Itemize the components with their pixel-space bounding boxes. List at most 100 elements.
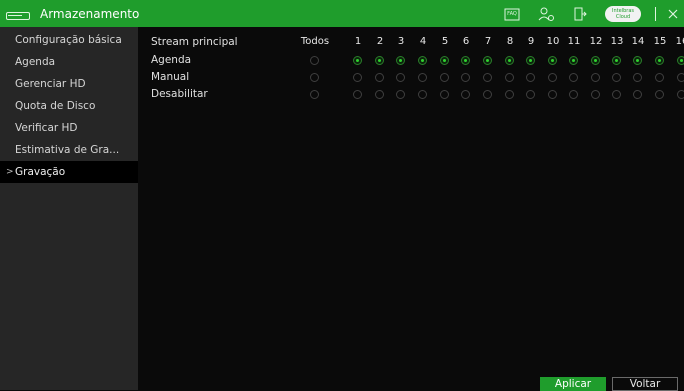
column-header-channel: 13 [610, 36, 624, 47]
row-label-agenda: Agenda [151, 54, 192, 66]
radio-channel[interactable] [655, 73, 664, 82]
sidebar-item-label: Verificar HD [15, 122, 78, 134]
radio-channel[interactable] [569, 90, 578, 99]
radio-channel[interactable] [633, 73, 642, 82]
radio-channel[interactable] [655, 90, 664, 99]
title-wrap: Armazenamento [6, 2, 139, 25]
radio-channel[interactable] [505, 56, 514, 65]
radio-channel[interactable] [505, 90, 514, 99]
radio-channel[interactable] [483, 90, 492, 99]
column-header-channel: 16 [675, 36, 684, 47]
radio-channel[interactable] [396, 90, 405, 99]
main-panel [138, 27, 684, 390]
title-bar: Armazenamento FAQ Intelbras Cloud [0, 0, 684, 27]
sidebar-item-estimativa-de-gravacao[interactable]: Estimativa de Gra... [0, 139, 138, 161]
stream-principal-label: Stream principal [151, 36, 238, 48]
column-header-channel: 5 [441, 36, 449, 47]
radio-channel[interactable] [677, 73, 684, 82]
radio-channel[interactable] [353, 90, 362, 99]
sidebar-item-gravacao[interactable]: > Gravação [0, 161, 138, 183]
sidebar-item-label: Gerenciar HD [15, 78, 86, 90]
radio-channel[interactable] [526, 73, 535, 82]
sidebar-item-label: Agenda [15, 56, 56, 68]
radio-channel[interactable] [677, 56, 684, 65]
radio-todos[interactable] [310, 73, 319, 82]
radio-channel[interactable] [633, 56, 642, 65]
radio-channel[interactable] [440, 90, 449, 99]
column-header-channel: 3 [397, 36, 405, 47]
user-icon[interactable] [529, 0, 563, 27]
radio-channel[interactable] [375, 90, 384, 99]
radio-channel[interactable] [612, 90, 621, 99]
hdd-icon [6, 8, 30, 20]
svg-text:FAQ: FAQ [507, 11, 517, 17]
radio-todos[interactable] [310, 56, 319, 65]
column-header-todos: Todos [300, 36, 330, 47]
sidebar-item-agenda[interactable]: Agenda [0, 51, 138, 73]
column-header-channel: 6 [462, 36, 470, 47]
radio-channel[interactable] [396, 73, 405, 82]
radio-channel[interactable] [418, 56, 427, 65]
radio-channel[interactable] [396, 56, 405, 65]
column-header-channel: 7 [484, 36, 492, 47]
radio-channel[interactable] [375, 73, 384, 82]
column-header-channel: 10 [546, 36, 560, 47]
column-header-channel: 12 [589, 36, 603, 47]
radio-channel[interactable] [591, 73, 600, 82]
divider [655, 6, 656, 21]
radio-channel[interactable] [548, 90, 557, 99]
radio-channel[interactable] [548, 73, 557, 82]
radio-channel[interactable] [526, 90, 535, 99]
column-header-channel: 15 [653, 36, 667, 47]
close-icon[interactable] [662, 0, 684, 27]
radio-channel[interactable] [505, 73, 514, 82]
radio-channel[interactable] [461, 73, 470, 82]
radio-channel[interactable] [612, 73, 621, 82]
column-header-channel: 2 [376, 36, 384, 47]
radio-channel[interactable] [633, 90, 642, 99]
radio-todos[interactable] [310, 90, 319, 99]
row-label-desabilitar: Desabilitar [151, 88, 208, 100]
radio-channel[interactable] [440, 73, 449, 82]
radio-channel[interactable] [461, 90, 470, 99]
apply-button[interactable]: Aplicar [540, 377, 606, 391]
radio-channel[interactable] [591, 56, 600, 65]
sidebar-item-label: Gravação [15, 166, 66, 178]
column-header-channel: 8 [506, 36, 514, 47]
radio-channel[interactable] [677, 90, 684, 99]
radio-channel[interactable] [591, 90, 600, 99]
radio-channel[interactable] [353, 56, 362, 65]
back-button[interactable]: Voltar [612, 377, 678, 391]
sidebar-item-quota-de-disco[interactable]: Quota de Disco [0, 95, 138, 117]
title-bar-actions: FAQ Intelbras Cloud [495, 0, 684, 27]
cloud-label-line2: Cloud [615, 13, 631, 20]
radio-channel[interactable] [375, 56, 384, 65]
sidebar-item-verificar-hd[interactable]: Verificar HD [0, 117, 138, 139]
radio-channel[interactable] [461, 56, 470, 65]
sidebar-item-label: Estimativa de Gra... [15, 144, 120, 156]
column-header-channel: 14 [631, 36, 645, 47]
sidebar-item-label: Quota de Disco [15, 100, 96, 112]
radio-channel[interactable] [418, 73, 427, 82]
sidebar-item-label: Configuração básica [15, 34, 122, 46]
radio-channel[interactable] [353, 73, 362, 82]
radio-channel[interactable] [526, 56, 535, 65]
radio-channel[interactable] [612, 56, 621, 65]
chevron-right-icon: > [6, 167, 14, 177]
row-label-manual: Manual [151, 71, 190, 83]
radio-channel[interactable] [569, 73, 578, 82]
sidebar-item-configuracao-basica[interactable]: Configuração básica [0, 29, 138, 51]
exit-icon[interactable] [563, 0, 597, 27]
sidebar-item-gerenciar-hd[interactable]: Gerenciar HD [0, 73, 138, 95]
column-header-channel: 9 [527, 36, 535, 47]
radio-channel[interactable] [655, 56, 664, 65]
radio-channel[interactable] [483, 73, 492, 82]
radio-channel[interactable] [418, 90, 427, 99]
faq-icon[interactable]: FAQ [495, 0, 529, 27]
radio-channel[interactable] [440, 56, 449, 65]
radio-channel[interactable] [548, 56, 557, 65]
column-header-channel: 11 [567, 36, 581, 47]
radio-channel[interactable] [569, 56, 578, 65]
cloud-icon[interactable]: Intelbras Cloud [605, 5, 641, 22]
radio-channel[interactable] [483, 56, 492, 65]
